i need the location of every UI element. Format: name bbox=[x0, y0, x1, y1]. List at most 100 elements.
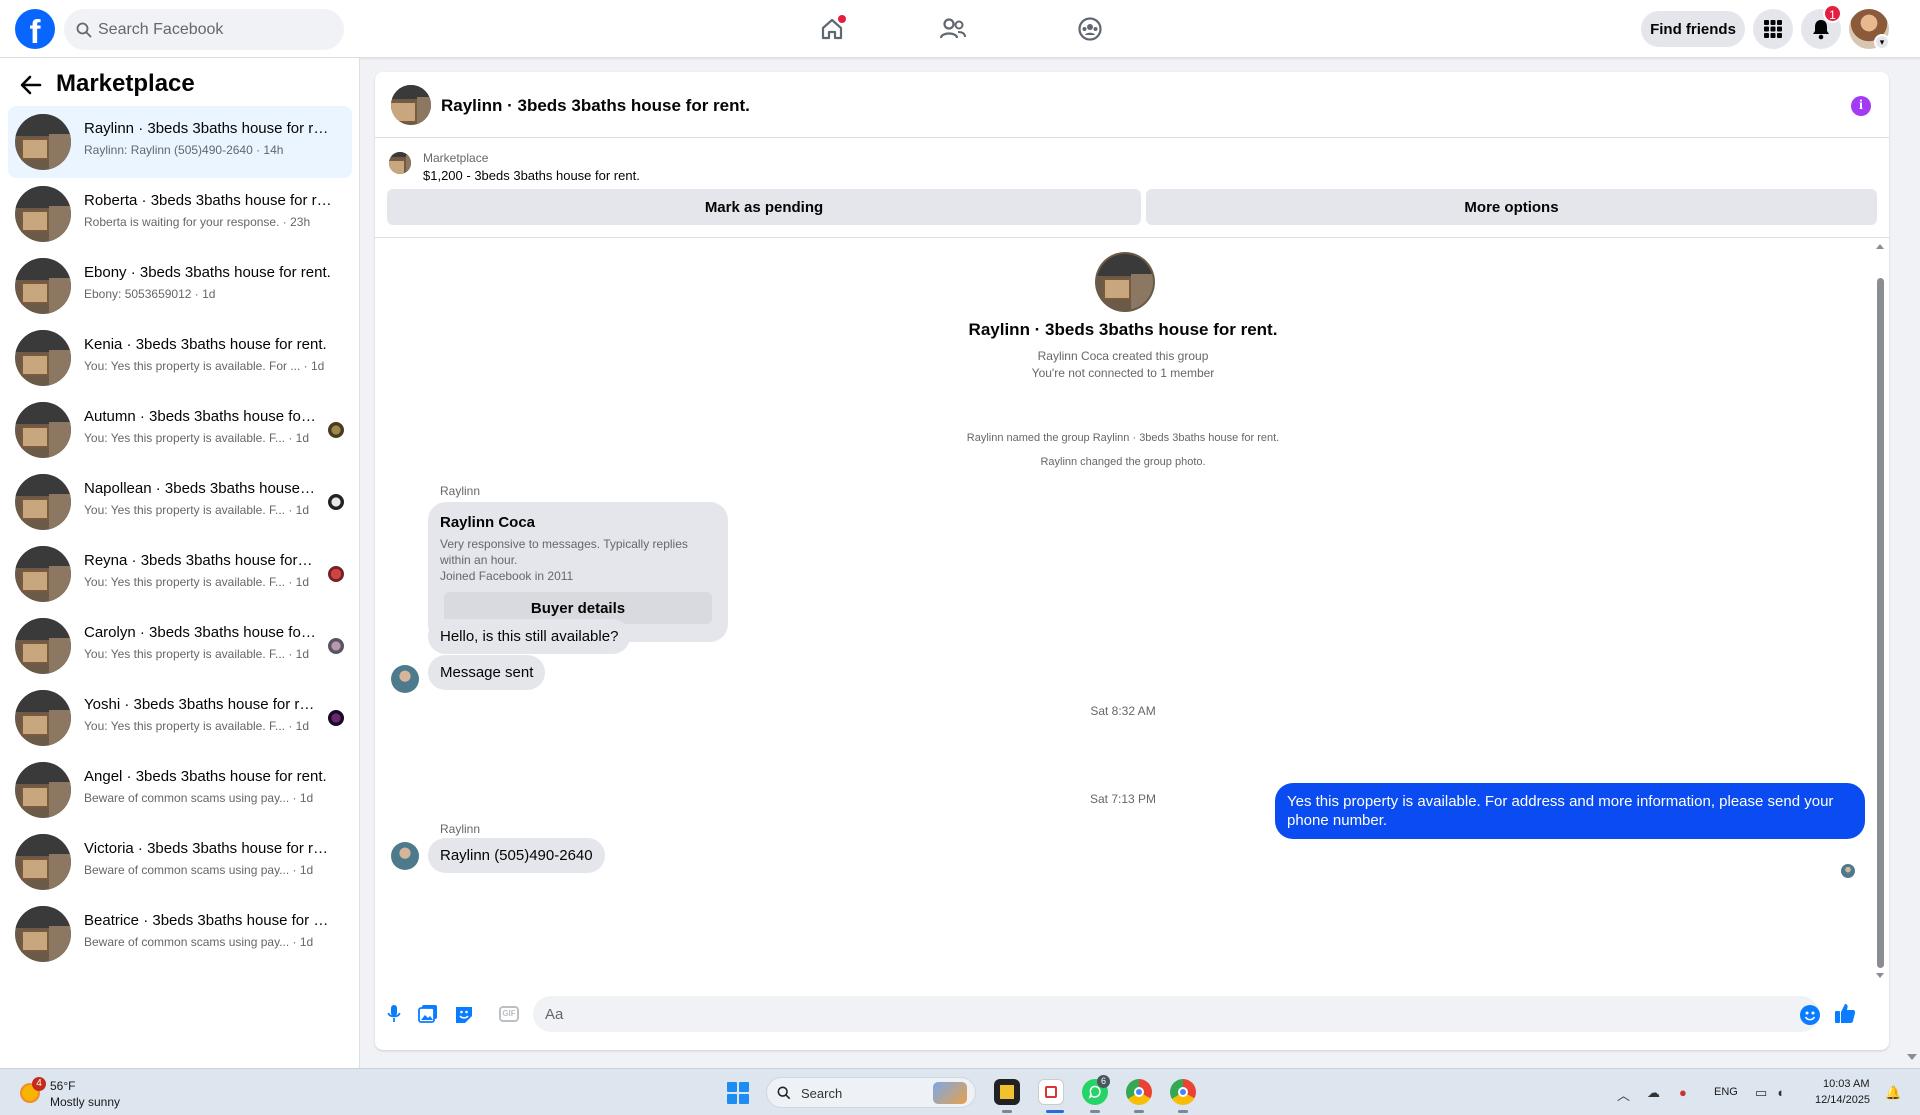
info-icon[interactable]: i bbox=[1851, 96, 1871, 116]
taskbar-search[interactable]: Search bbox=[766, 1077, 976, 1108]
conversation-avatar bbox=[15, 258, 71, 314]
conversation-preview: Ebony: 5053659012 · 1d bbox=[84, 287, 216, 301]
attach-image-button[interactable] bbox=[417, 1003, 439, 1025]
chat-header: Raylinn · 3beds 3baths house for rent. i bbox=[375, 72, 1889, 138]
conversation-item[interactable]: Reyna · 3beds 3baths house for rent. You… bbox=[8, 538, 352, 610]
scroll-up-arrow[interactable] bbox=[1876, 244, 1884, 249]
conversation-item[interactable]: Raylinn · 3beds 3baths house for rent. R… bbox=[8, 106, 352, 178]
incoming-message[interactable]: Message sent bbox=[428, 655, 546, 690]
conversation-preview: You: Yes this property is available. F..… bbox=[84, 719, 310, 733]
listing-price-title[interactable]: $1,200 - 3beds 3baths house for rent. bbox=[423, 168, 640, 183]
more-options-button[interactable]: More options bbox=[1146, 189, 1877, 225]
chevron-up-icon[interactable]: ︿ bbox=[1617, 1085, 1630, 1104]
app-running-indicator bbox=[1178, 1110, 1188, 1113]
app-running-indicator bbox=[1002, 1110, 1012, 1113]
seen-avatar bbox=[328, 638, 344, 654]
conversation-title: Autumn · 3beds 3baths house for rent. bbox=[84, 408, 316, 425]
groups-icon bbox=[1078, 17, 1102, 41]
chrome-profile-app-icon[interactable] bbox=[1170, 1079, 1196, 1105]
conversation-item[interactable]: Carolyn · 3beds 3baths house for rent. Y… bbox=[8, 610, 352, 682]
message-scrollbar[interactable] bbox=[1875, 238, 1885, 982]
conversation-avatar bbox=[15, 906, 71, 962]
search-icon bbox=[777, 1086, 791, 1100]
conversation-item[interactable]: Napollean · 3beds 3baths house for rent.… bbox=[8, 466, 352, 538]
conversation-item[interactable]: Beatrice · 3beds 3baths house for rent. … bbox=[8, 898, 352, 970]
conversation-preview: Beware of common scams using pay... · 1d bbox=[84, 791, 314, 805]
conversation-item[interactable]: Roberta · 3beds 3baths house for rent. R… bbox=[8, 178, 352, 250]
message-input[interactable] bbox=[533, 996, 1819, 1032]
emoji-icon[interactable] bbox=[1800, 1005, 1820, 1025]
conversation-avatar bbox=[15, 186, 71, 242]
search-icon bbox=[76, 22, 92, 38]
chat-title[interactable]: Raylinn · 3beds 3baths house for rent. bbox=[441, 96, 750, 116]
groups-nav-button[interactable] bbox=[1073, 12, 1107, 46]
network-icon[interactable]: ▭ bbox=[1755, 1085, 1767, 1101]
windows-start-icon[interactable] bbox=[727, 1082, 749, 1104]
facebook-logo[interactable]: f bbox=[15, 9, 55, 50]
conversation-item[interactable]: Yoshi · 3beds 3baths house for rent. You… bbox=[8, 682, 352, 754]
back-arrow-icon[interactable] bbox=[20, 75, 42, 95]
clock-time[interactable]: 10:03 AM bbox=[1823, 1078, 1869, 1090]
sticker-button[interactable] bbox=[453, 1003, 475, 1025]
incoming-message[interactable]: Raylinn (505)490-2640 bbox=[428, 838, 605, 873]
snipping-tool-app-icon[interactable] bbox=[1038, 1079, 1064, 1105]
listing-thumbnail[interactable] bbox=[389, 152, 411, 174]
conversation-item[interactable]: Ebony · 3beds 3baths house for rent. Ebo… bbox=[8, 250, 352, 322]
facebook-search[interactable] bbox=[64, 9, 344, 50]
conversation-item[interactable]: Autumn · 3beds 3baths house for rent. Yo… bbox=[8, 394, 352, 466]
weather-alert-badge: 4 bbox=[32, 1077, 46, 1091]
facebook-logo-letter: f bbox=[29, 13, 41, 50]
notification-bell-icon[interactable]: 🔔 bbox=[1885, 1085, 1901, 1101]
conversation-avatar bbox=[15, 690, 71, 746]
onedrive-icon[interactable]: ☁ bbox=[1647, 1085, 1660, 1101]
image-icon bbox=[418, 1005, 437, 1023]
scroll-thumb[interactable] bbox=[1877, 278, 1884, 968]
clock-date[interactable]: 12/14/2025 bbox=[1815, 1094, 1870, 1106]
conversation-preview: You: Yes this property is available. F..… bbox=[84, 575, 310, 589]
app-active-indicator bbox=[1046, 1110, 1064, 1113]
conversation-avatar bbox=[15, 114, 71, 170]
group-name: Raylinn · 3beds 3baths house for rent. bbox=[968, 320, 1278, 339]
conversation-title: Kenia · 3beds 3baths house for rent. bbox=[84, 336, 327, 353]
friends-nav-button[interactable] bbox=[936, 12, 970, 46]
buyer-joined: Joined Facebook in 2011 bbox=[440, 569, 574, 583]
voice-clip-button[interactable] bbox=[383, 1003, 405, 1025]
conversation-avatar bbox=[15, 330, 71, 386]
notifications-button[interactable]: 1 bbox=[1801, 4, 1842, 49]
language-indicator[interactable]: ENG bbox=[1714, 1086, 1738, 1098]
security-icon[interactable]: ● bbox=[1679, 1085, 1687, 1100]
sender-avatar[interactable] bbox=[391, 665, 419, 693]
conversation-title: Ebony · 3beds 3baths house for rent. bbox=[84, 264, 331, 281]
conversation-item[interactable]: Angel · 3beds 3baths house for rent. Bew… bbox=[8, 754, 352, 826]
chevron-down-icon[interactable]: ▾ bbox=[1874, 34, 1890, 50]
search-input[interactable] bbox=[98, 9, 328, 50]
sticky-notes-app-icon[interactable] bbox=[994, 1079, 1020, 1105]
sender-avatar[interactable] bbox=[391, 842, 419, 870]
buyer-name: Raylinn Coca bbox=[440, 514, 536, 531]
conversation-title: Raylinn · 3beds 3baths house for rent. bbox=[84, 120, 332, 137]
conversation-item[interactable]: Kenia · 3beds 3baths house for rent. You… bbox=[8, 322, 352, 394]
sender-name: Raylinn bbox=[440, 822, 481, 836]
mark-as-pending-button[interactable]: Mark as pending bbox=[387, 189, 1141, 225]
conversation-preview: Roberta is waiting for your response. · … bbox=[84, 215, 311, 229]
menu-button[interactable] bbox=[1753, 9, 1793, 49]
chat-avatar[interactable] bbox=[391, 85, 431, 125]
seen-avatar bbox=[328, 710, 344, 726]
gif-icon[interactable]: GIF bbox=[499, 1006, 519, 1022]
weather-temperature[interactable]: 56°F bbox=[50, 1079, 75, 1093]
chrome-app-icon[interactable] bbox=[1126, 1079, 1152, 1105]
home-nav-button[interactable] bbox=[815, 12, 849, 46]
conversation-avatar bbox=[15, 618, 71, 674]
like-button[interactable] bbox=[1833, 1001, 1857, 1025]
group-photo bbox=[1095, 252, 1155, 312]
sticker-icon bbox=[456, 1007, 472, 1023]
volume-icon[interactable]: ◖ bbox=[1776, 1085, 1784, 1100]
find-friends-button[interactable]: Find friends bbox=[1641, 11, 1745, 47]
conversation-preview: Raylinn: Raylinn (505)490-2640 · 14h bbox=[84, 143, 284, 157]
page-scroll-down-arrow[interactable] bbox=[1907, 1054, 1917, 1060]
windows-taskbar: 4 56°F Mostly sunny Search 6 ︿ ☁ ● ENG ▭… bbox=[0, 1068, 1920, 1115]
timestamp: Sat 8:32 AM bbox=[1090, 704, 1156, 718]
conversation-item[interactable]: Victoria · 3beds 3baths house for rent. … bbox=[8, 826, 352, 898]
incoming-message[interactable]: Hello, is this still available? bbox=[428, 619, 631, 654]
weather-condition[interactable]: Mostly sunny bbox=[50, 1095, 120, 1109]
